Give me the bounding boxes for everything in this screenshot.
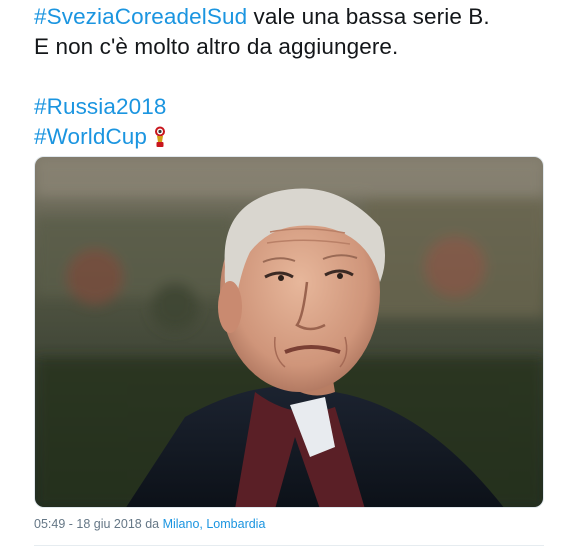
tweet-line-1: #SveziaCoreadelSud vale una bassa serie … bbox=[34, 2, 554, 32]
tweet-text: #SveziaCoreadelSud vale una bassa serie … bbox=[34, 2, 554, 152]
hashtag-worldcup[interactable]: #WorldCup bbox=[34, 124, 147, 149]
tweet-timestamp[interactable]: 05:49 - 18 giu 2018 da bbox=[34, 517, 163, 531]
hashtag-sveziacoreadelsud[interactable]: #SveziaCoreadelSud bbox=[34, 4, 247, 29]
hashtag-russia2018[interactable]: #Russia2018 bbox=[34, 94, 166, 119]
tweet-line-hashtag-2: #WorldCup bbox=[34, 122, 554, 152]
tweet-line-1-text: vale una bassa serie B. bbox=[247, 4, 490, 29]
tweet-line-hashtag-1: #Russia2018 bbox=[34, 92, 554, 122]
tweet-meta: 05:49 - 18 giu 2018 da Milano, Lombardia bbox=[34, 517, 265, 531]
tweet-photo[interactable] bbox=[34, 156, 544, 508]
world-cup-trophy-icon bbox=[155, 126, 166, 147]
tweet-location-link[interactable]: Milano, Lombardia bbox=[163, 517, 266, 531]
divider bbox=[34, 545, 544, 546]
man-in-dark-coat-photo bbox=[35, 157, 543, 507]
tweet-line-2: E non c'è molto altro da aggiungere. bbox=[34, 34, 399, 59]
